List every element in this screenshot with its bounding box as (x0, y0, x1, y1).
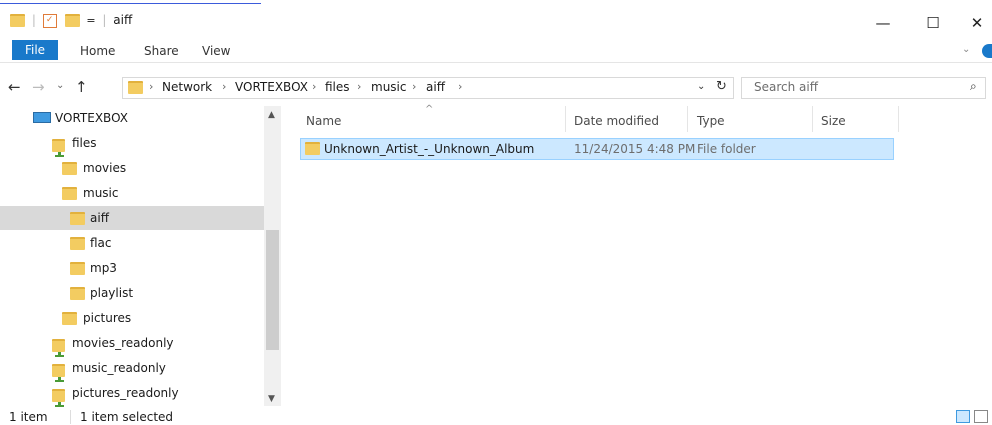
nav-scrollbar-thumb[interactable] (266, 230, 279, 350)
column-divider[interactable] (565, 106, 566, 132)
column-header-size[interactable]: Size (821, 114, 846, 128)
nav-item-aiff[interactable]: aiff (0, 206, 264, 230)
column-header-type[interactable]: Type (697, 114, 725, 128)
folder-icon (62, 162, 77, 175)
divider (70, 410, 71, 424)
minimize-button[interactable]: — (868, 14, 898, 32)
file-name[interactable]: Unknown_Artist_-_Unknown_Album (324, 142, 534, 156)
nav-item-pictures[interactable]: pictures (0, 306, 264, 330)
column-divider[interactable] (687, 106, 688, 132)
back-arrow-icon[interactable]: ← (8, 78, 21, 96)
nav-item-movies-readonly[interactable]: movies_readonly (0, 331, 264, 357)
nav-item-label: flac (90, 236, 112, 250)
column-divider[interactable] (898, 106, 899, 132)
file-tab[interactable]: File (12, 40, 58, 60)
breadcrumb-separator-icon[interactable]: › (458, 80, 462, 93)
breadcrumb-music[interactable]: music (371, 80, 406, 94)
nav-item-flac[interactable]: flac (0, 231, 264, 255)
address-dropdown-chevron-icon[interactable]: ⌄ (697, 81, 705, 92)
folder-icon (128, 81, 143, 94)
nav-item-movies[interactable]: movies (0, 156, 264, 180)
folder-icon (62, 187, 77, 200)
maximize-button[interactable]: ☐ (918, 14, 948, 32)
new-folder-icon[interactable] (64, 14, 80, 27)
breadcrumb-separator-icon[interactable]: › (149, 80, 153, 93)
column-divider[interactable] (812, 106, 813, 132)
quick-access-toolbar: | ✓ = | aiff (10, 13, 132, 28)
nav-item-files[interactable]: files (0, 131, 264, 157)
nav-item-label: pictures_readonly (72, 386, 179, 400)
tab-share[interactable]: Share (144, 44, 179, 58)
nav-item-label: pictures (83, 311, 132, 325)
tab-home[interactable]: Home (80, 44, 115, 58)
folder-icon (70, 212, 85, 225)
network-folder-icon (52, 389, 65, 407)
nav-item-label: VORTEXBOX (55, 111, 128, 125)
nav-item-pictures-readonly[interactable]: pictures_readonly (0, 381, 264, 407)
breadcrumb-separator-icon[interactable]: › (412, 80, 416, 93)
nav-item-label: music (83, 186, 119, 200)
large-icons-view-icon[interactable] (974, 410, 988, 423)
customize-quick-access-icon[interactable]: = (86, 14, 95, 27)
nav-item-playlist[interactable]: playlist (0, 281, 264, 305)
nav-item-vortexbox[interactable]: VORTEXBOX (0, 106, 264, 130)
nav-item-label: playlist (90, 286, 134, 300)
nav-item-label: music_readonly (72, 361, 166, 375)
forward-arrow-icon[interactable]: → (32, 78, 45, 96)
nav-item-music-readonly[interactable]: music_readonly (0, 356, 264, 382)
scroll-up-arrow-icon[interactable]: ▲ (268, 110, 275, 120)
folder-icon (62, 312, 77, 325)
folder-icon (70, 262, 85, 275)
nav-item-music[interactable]: music (0, 181, 264, 205)
divider: | (31, 13, 36, 27)
search-input-placeholder[interactable]: Search aiff (754, 80, 818, 94)
file-type: File folder (697, 142, 756, 156)
breadcrumb-aiff[interactable]: aiff (426, 80, 445, 94)
status-item-count: 1 item (9, 410, 48, 424)
breadcrumb-network[interactable]: Network (162, 80, 212, 94)
search-icon[interactable]: ⌕ (970, 79, 977, 94)
top-link-underline (0, 0, 261, 4)
folder-icon (70, 287, 85, 300)
close-button[interactable]: ✕ (962, 14, 992, 32)
recent-locations-chevron-icon[interactable]: ⌄ (56, 80, 64, 91)
window-title: aiff (113, 13, 133, 27)
refresh-icon[interactable]: ↻ (716, 79, 727, 94)
nav-item-mp3[interactable]: mp3 (0, 256, 264, 280)
details-view-icon[interactable] (956, 410, 970, 423)
breadcrumb-vortexbox[interactable]: VORTEXBOX (235, 80, 308, 94)
ribbon-expand-chevron-icon[interactable]: ⌄ (962, 44, 970, 55)
nav-item-label: files (72, 136, 97, 150)
network-folder-icon (52, 339, 65, 357)
tab-view[interactable]: View (202, 44, 230, 58)
properties-icon[interactable]: ✓ (42, 13, 57, 28)
breadcrumb-separator-icon[interactable]: › (312, 80, 316, 93)
network-folder-icon (52, 139, 65, 157)
nav-item-label: mp3 (90, 261, 117, 275)
folder-icon (10, 14, 25, 27)
network-folder-icon (52, 364, 65, 382)
nav-item-label: aiff (90, 211, 109, 225)
column-header-date-modified[interactable]: Date modified (574, 114, 659, 128)
file-date-modified: 11/24/2015 4:48 PM (574, 142, 696, 156)
help-icon[interactable] (982, 44, 992, 58)
breadcrumb-files[interactable]: files (325, 80, 350, 94)
nav-item-label: movies_readonly (72, 336, 174, 350)
breadcrumb-separator-icon[interactable]: › (357, 80, 361, 93)
nav-item-label: movies (83, 161, 127, 175)
folder-icon (70, 237, 85, 250)
column-header-name[interactable]: Name (306, 114, 341, 128)
divider: | (102, 13, 107, 27)
status-selected-count: 1 item selected (80, 410, 174, 424)
breadcrumb-separator-icon[interactable]: › (222, 80, 226, 93)
scroll-down-arrow-icon[interactable]: ▼ (268, 394, 275, 404)
computer-icon (33, 112, 51, 123)
folder-icon (305, 142, 320, 155)
up-arrow-icon[interactable]: ↑ (75, 78, 88, 96)
sort-ascending-chevron-icon: ^ (425, 104, 434, 115)
